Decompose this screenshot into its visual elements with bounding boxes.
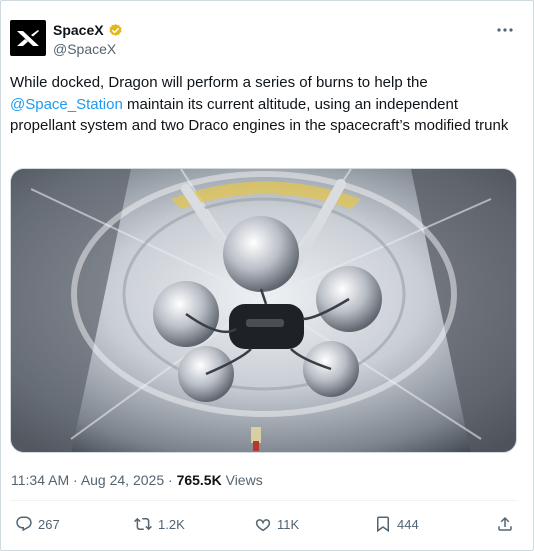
verified-badge-icon [109, 23, 122, 36]
repost-button[interactable]: 1.2K [133, 515, 185, 533]
author-name-row[interactable]: SpaceX [53, 22, 123, 38]
like-button[interactable]: 11K [254, 515, 299, 533]
author-handle[interactable]: @SpaceX [53, 41, 116, 57]
more-options-button[interactable] [495, 20, 515, 40]
tweet-date[interactable]: Aug 24, 2025 [81, 472, 164, 488]
divider [10, 500, 517, 501]
tweet-meta: 11:34 AM · Aug 24, 2025 · 765.5K Views [11, 472, 263, 488]
tweet-text: While docked, Dragon will perform a seri… [10, 72, 520, 137]
tweet-card: SpaceX @SpaceX While docked, Dragon will… [0, 0, 534, 551]
repost-count: 1.2K [158, 516, 185, 532]
share-icon [498, 516, 512, 531]
like-count: 11K [277, 516, 300, 532]
spacex-logo-icon [17, 30, 39, 46]
avatar[interactable] [10, 20, 46, 56]
meta-separator-2: · [168, 472, 173, 488]
heart-icon [255, 519, 271, 532]
bookmark-button[interactable]: 444 [374, 515, 419, 533]
action-bar: 267 1.2K 11K 444 [1, 515, 534, 537]
tweet-text-part-1: While docked, Dragon will perform a seri… [10, 74, 428, 91]
reply-count: 267 [38, 516, 60, 532]
tweet-time[interactable]: 11:34 AM [11, 472, 69, 488]
reply-icon [16, 516, 32, 532]
views-count: 765.5K [176, 472, 222, 488]
repost-icon [134, 517, 152, 531]
mention-link[interactable]: @Space_Station [10, 96, 123, 113]
reply-button[interactable]: 267 [15, 515, 60, 533]
dragon-trunk-photo [11, 169, 516, 452]
bookmark-count: 444 [397, 516, 419, 532]
share-button[interactable] [496, 515, 514, 533]
tweet-media-photo[interactable] [10, 168, 517, 453]
meta-separator: · [73, 472, 78, 488]
author-display-name[interactable]: SpaceX [53, 22, 104, 38]
more-dots-icon [497, 28, 513, 32]
views-label: Views [225, 472, 263, 488]
bookmark-icon [377, 516, 389, 533]
